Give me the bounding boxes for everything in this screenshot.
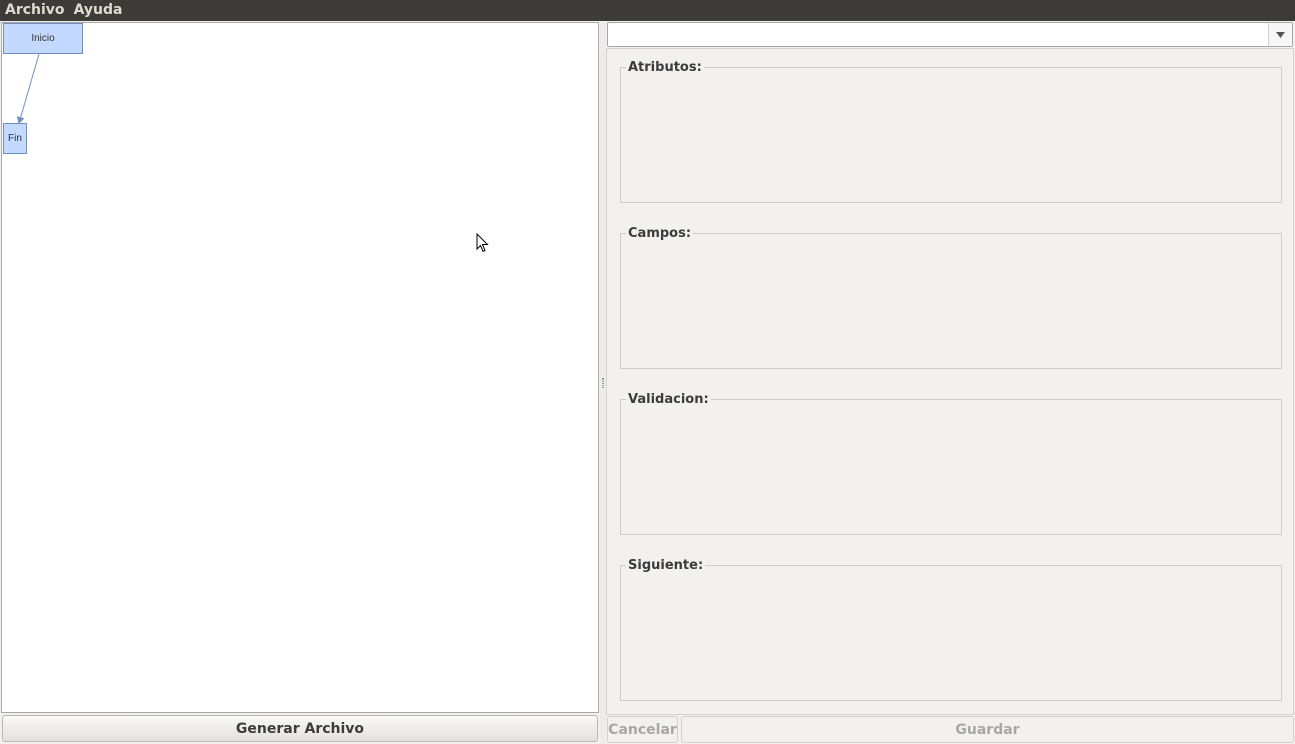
properties-panel: Atributos: Campos: Validacion: Siguiente… [606,48,1294,715]
cancelar-button[interactable]: Cancelar [607,716,678,743]
menu-archivo[interactable]: Archivo [5,0,65,21]
diagram-canvas[interactable]: Inicio Fin [1,22,599,713]
group-campos-title: Campos: [626,226,694,242]
group-siguiente: Siguiente: [620,558,1282,701]
group-campos: Campos: [620,226,1282,369]
guardar-button[interactable]: Guardar [681,716,1294,743]
diagram-edges [16,53,40,124]
mouse-cursor-icon [476,233,489,253]
group-validacion: Validacion: [620,392,1282,535]
group-validacion-title: Validacion: [626,392,711,408]
edge-inicio-fin[interactable] [16,53,40,124]
group-siguiente-title: Siguiente: [626,558,706,574]
group-atributos-title: Atributos: [626,60,704,76]
node-inicio-label: Inicio [31,33,55,44]
node-selector-combo[interactable] [607,22,1293,47]
menu-bar: Archivo Ayuda [0,0,1295,21]
node-inicio[interactable]: Inicio [3,23,83,54]
menu-ayuda[interactable]: Ayuda [74,0,123,21]
generar-archivo-button[interactable]: Generar Archivo [2,715,598,742]
node-fin-label: Fin [8,133,22,144]
group-atributos: Atributos: [620,60,1282,203]
chevron-down-icon[interactable] [1268,23,1292,46]
splitter-grip-icon[interactable] [602,378,604,388]
node-fin[interactable]: Fin [3,123,27,154]
